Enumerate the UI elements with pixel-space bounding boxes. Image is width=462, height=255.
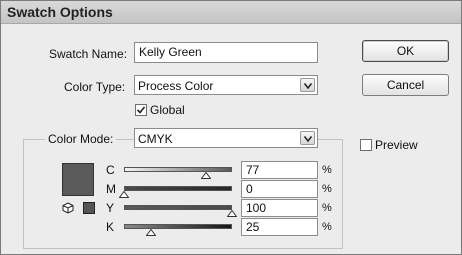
channel-c-slider-handle[interactable] [201, 172, 211, 179]
channel-y-label: Y [106, 201, 115, 215]
chevron-down-icon[interactable] [300, 131, 315, 145]
ok-button[interactable]: OK [362, 40, 449, 62]
channel-c-label: C [106, 163, 115, 177]
channel-k-percent: % [322, 221, 332, 233]
channel-c-input[interactable]: 77 [241, 161, 318, 179]
swatch-options-dialog: Swatch Options Swatch Name: Kelly Green … [0, 0, 462, 255]
swatch-name-input[interactable]: Kelly Green [134, 42, 318, 63]
preview-label: Preview [375, 138, 418, 152]
global-label: Global [150, 103, 185, 117]
dialog-title: Swatch Options [7, 4, 113, 20]
channel-m-slider-track[interactable] [124, 186, 232, 191]
channel-m-label: M [106, 182, 116, 196]
title-bar: Swatch Options [1, 1, 461, 24]
channel-k-slider-track[interactable] [124, 224, 232, 229]
cancel-button[interactable]: Cancel [362, 74, 449, 96]
channel-y-slider-handle[interactable] [227, 210, 237, 217]
chevron-down-icon[interactable] [300, 78, 315, 92]
channel-c-percent: % [322, 164, 332, 176]
channel-k-input[interactable]: 25 [241, 218, 318, 236]
channel-m-input[interactable]: 0 [241, 180, 318, 198]
channel-m-slider-handle[interactable] [119, 191, 129, 198]
channel-y-percent: % [322, 202, 332, 214]
out-of-gamut-swatch-icon[interactable] [83, 202, 95, 214]
preview-checkbox[interactable] [360, 139, 372, 151]
color-mode-dropdown[interactable]: CMYK [134, 128, 318, 148]
channel-k-label: K [106, 220, 115, 234]
channel-c-slider-track[interactable] [124, 167, 232, 172]
color-type-dropdown[interactable]: Process Color [134, 75, 318, 95]
channel-m-percent: % [322, 183, 332, 195]
color-type-value: Process Color [138, 79, 214, 93]
cube-icon[interactable] [62, 202, 74, 214]
channel-y-slider-track[interactable] [124, 205, 232, 210]
checkmark-icon [136, 106, 146, 114]
color-mode-value: CMYK [138, 132, 173, 146]
channel-y-input[interactable]: 100 [241, 199, 318, 217]
color-type-label: Color Type: [64, 80, 126, 94]
color-swatch-preview [62, 163, 94, 196]
color-mode-label: Color Mode: [45, 132, 117, 146]
channel-k-slider-handle[interactable] [146, 229, 156, 236]
swatch-name-label: Swatch Name: [49, 47, 128, 61]
global-checkbox[interactable] [135, 104, 147, 116]
